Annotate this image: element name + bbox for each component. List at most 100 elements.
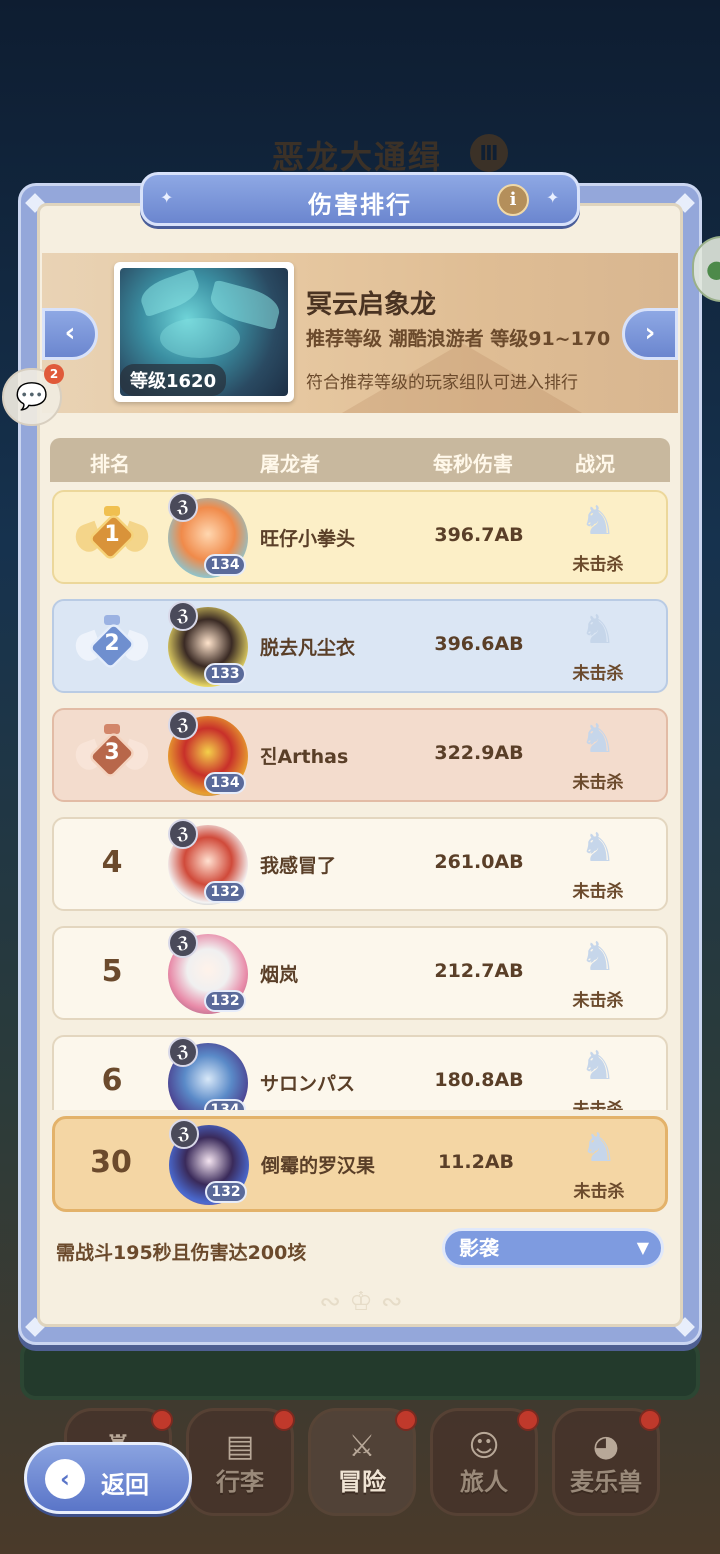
player-name: サロンパス [260,1073,356,1095]
player-avatar[interactable]: ℨ 134 [164,492,252,582]
player-dps: 396.7AB [434,524,524,546]
player-avatar[interactable]: ℨ 132 [164,928,252,1018]
player-dps: 212.7AB [434,960,524,982]
rank-number: 4 [101,845,123,880]
chat-bubbles-icon: 💬 [15,382,49,412]
dragon-head-icon: ♞ [580,1043,616,1089]
rank-class-icon: ℨ [168,928,198,958]
table-row[interactable]: 1 ℨ 134 旺仔小拳头 396.7AB ♞ 未击杀 [52,490,668,584]
ranking-list[interactable]: 1 ℨ 134 旺仔小拳头 396.7AB ♞ 未击杀 2 ℨ 133 脱去凡尘… [50,486,672,1110]
next-boss-button[interactable]: › [622,308,678,360]
cat-icon: ◕ [592,1429,620,1464]
boss-level-badge: 等级1620 [120,364,227,396]
table-row[interactable]: 3 ℨ 134 진Arthas 322.9AB ♞ 未击杀 [52,708,668,802]
nav-label-adventure: 冒险 [338,1468,386,1496]
status-label: 未击杀 [572,773,624,793]
player-level: 134 [204,1099,246,1110]
player-dps: 261.0AB [434,851,524,873]
table-row[interactable]: 2 ℨ 133 脱去凡尘衣 396.6AB ♞ 未击杀 [52,599,668,693]
nav-item-bag[interactable]: ▤ 行李 [186,1408,295,1516]
notification-dot [639,1409,661,1431]
status-label: 未击杀 [572,1100,624,1110]
panel-bottom-ornament: ∾ ♔ ∾ [319,1287,403,1317]
sparkle-icon: ✦ [160,188,174,207]
table-row[interactable]: 6 ℨ 134 サロンパス 180.8AB ♞ 未击杀 [52,1035,668,1110]
battle-status: ♞ 未击杀 [558,934,638,1018]
battle-status: ♞ 未击杀 [558,716,638,800]
back-button[interactable]: ‹ 返回 [24,1442,192,1514]
player-name: 진Arthas [260,746,349,768]
class-filter-dropdown[interactable]: 影袭 ▼ [442,1228,664,1268]
player-avatar[interactable]: ℨ 134 [164,710,252,800]
bronze-medal-icon: 3 [71,724,153,790]
player-dps: 322.9AB [434,742,524,764]
nav-item-adventure[interactable]: ⚔ 冒险 [308,1408,417,1516]
chevron-right-icon: › [644,318,656,348]
player-name: 旺仔小拳头 [260,528,356,550]
rank-class-icon: ℨ [168,819,198,849]
rank-number: 1 [104,522,120,547]
header-rank: 排名 [90,452,130,476]
player-avatar[interactable]: ℨ 132 [164,819,252,909]
notification-dot [517,1409,539,1431]
player-dps: 396.6AB [434,633,524,655]
player-level: 133 [204,663,246,685]
dragon-head-icon: ♞ [580,825,616,871]
status-label: 未击杀 [572,664,624,684]
battle-status: ♞ 未击杀 [558,498,638,582]
rank-class-icon: ℨ [168,1037,198,1067]
dragon-head-icon: ♞ [580,716,616,762]
player-avatar[interactable]: ℨ 134 [164,1037,252,1110]
self-ranking-row[interactable]: 30 ℨ 132 倒霉的罗汉果 11.2AB ♞ 未击杀 [52,1116,668,1212]
info-button[interactable]: i [497,184,529,216]
table-row[interactable]: 4 ℨ 132 我感冒了 261.0AB ♞ 未击杀 [52,817,668,911]
player-name: 我感冒了 [260,855,337,877]
table-row[interactable]: 5 ℨ 132 烟岚 212.7AB ♞ 未击杀 [52,926,668,1020]
nav-item-pets[interactable]: ◕ 麦乐兽 [552,1408,661,1516]
dragon-head-icon: ♞ [581,1125,617,1171]
player-avatar[interactable]: ℨ 133 [164,601,252,691]
player-level: 132 [204,990,246,1012]
rank-class-icon: ℨ [168,710,198,740]
rank-number: 5 [101,954,123,989]
battle-status: ♞ 未击杀 [558,1043,638,1110]
player-name: 倒霉的罗汉果 [261,1155,376,1177]
ranking-table-header: 排名 屠龙者 每秒伤害 战况 [50,438,670,482]
silver-medal-icon: 2 [71,615,153,681]
nav-label-pets: 麦乐兽 [570,1468,642,1496]
rank-number: 3 [104,740,120,765]
boss-recommended-level: 推荐等级 潮酷浪游者 等级91~170 [306,328,611,350]
ranking-requirement: 需战斗195秒且伤害达200垓 [56,1242,307,1264]
battle-status: ♞ 未击杀 [558,825,638,909]
player-avatar[interactable]: ℨ 132 [165,1119,253,1209]
header-status: 战况 [575,452,615,476]
boss-portrait[interactable]: 等级1620 [114,262,294,402]
nav-item-traveler[interactable]: ☺ 旅人 [430,1408,539,1516]
rank-number: 6 [101,1063,123,1098]
dragon-wing [136,268,204,318]
bag-icon: ▤ [225,1429,255,1464]
back-label: 返回 [101,1471,149,1499]
status-label: 未击杀 [572,882,624,902]
header-player: 屠龙者 [260,452,320,476]
player-level: 134 [204,554,246,576]
dragon-body [160,318,240,358]
chat-widget-button[interactable]: 💬 2 [2,364,64,426]
notification-dot [395,1409,417,1431]
rank-number: 2 [104,631,120,656]
battle-status: ♞ 未击杀 [559,1125,639,1209]
event-badge: Ⅲ [470,134,508,172]
status-label: 未击杀 [573,1182,625,1202]
background-tray [20,1340,700,1400]
chat-unread-badge: 2 [44,364,64,384]
nav-label-traveler: 旅人 [460,1468,508,1496]
prev-boss-button[interactable]: ‹ [42,308,98,360]
sparkle-icon: ✦ [546,188,560,207]
notification-dot [273,1409,295,1431]
battle-status: ♞ 未击杀 [558,607,638,691]
rank-class-icon: ℨ [168,492,198,522]
status-label: 未击杀 [572,991,624,1011]
rank-class-icon: ℨ [169,1119,199,1149]
dropdown-value: 影袭 [459,1236,499,1260]
player-dps: 11.2AB [437,1151,515,1173]
